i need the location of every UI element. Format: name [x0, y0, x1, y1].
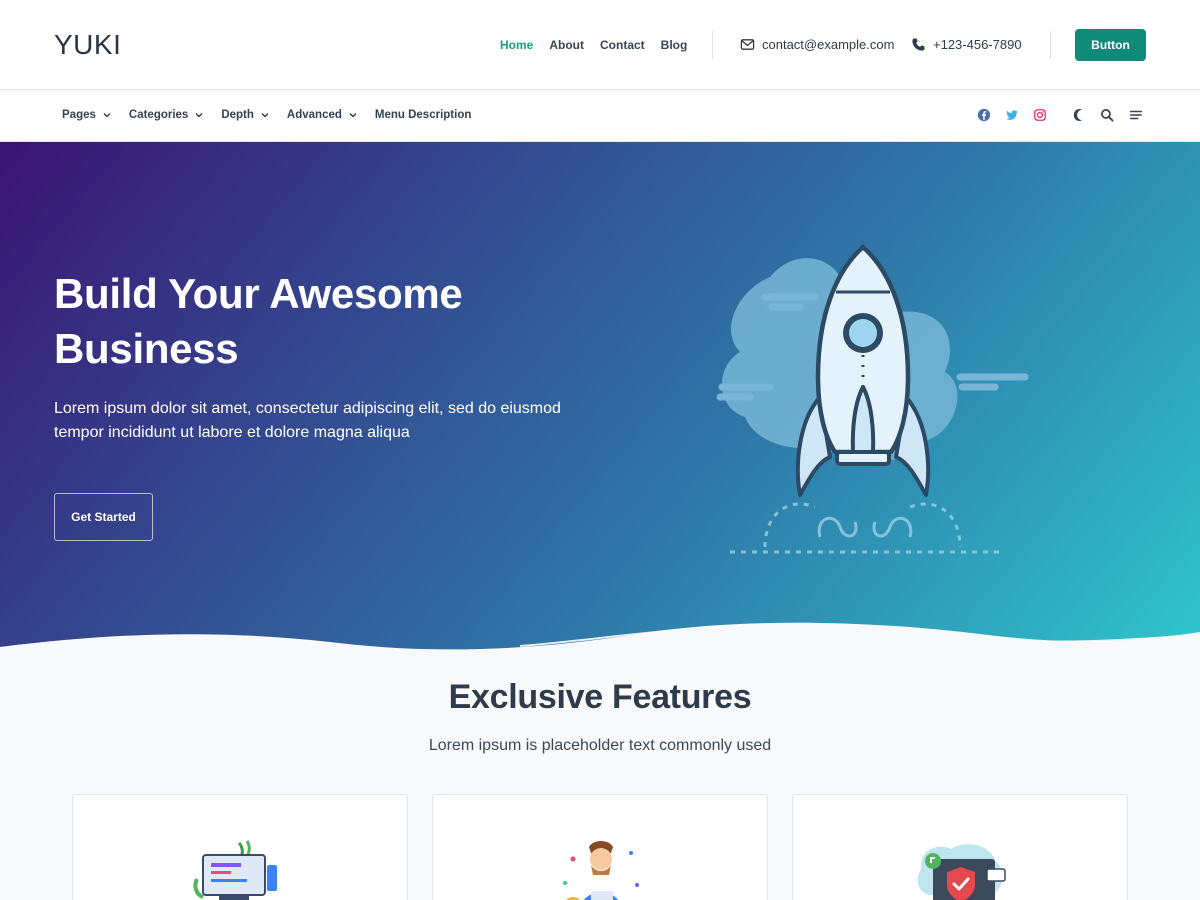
- header-divider-2: [1050, 31, 1051, 59]
- header-phone[interactable]: +123-456-7890: [911, 37, 1022, 52]
- subnav-item-depth[interactable]: Depth: [221, 109, 270, 121]
- primary-nav: Home About Contact Blog: [500, 38, 687, 52]
- person-illustration-icon: [563, 841, 639, 900]
- header-divider: [712, 31, 713, 59]
- subnav-item-label: Categories: [128, 109, 189, 121]
- hero-title: Build Your Awesome Business: [54, 270, 463, 372]
- feature-card[interactable]: [432, 794, 768, 900]
- menu-button[interactable]: [1129, 108, 1143, 122]
- site-logo[interactable]: YUKI: [54, 29, 121, 61]
- instagram-icon: [1034, 109, 1046, 121]
- subnav-item-pages[interactable]: Pages: [62, 109, 112, 121]
- chevron-down-icon: [261, 112, 269, 118]
- subnav-item-menu-description[interactable]: Menu Description: [375, 109, 471, 121]
- hero-section: Build Your Awesome Business Lorem ipsum …: [0, 142, 1200, 662]
- rocket-illustration: [716, 244, 1029, 554]
- chevron-down-icon: [103, 112, 111, 118]
- twitter-icon: [1006, 110, 1018, 120]
- envelope-icon: [740, 39, 755, 50]
- header-email[interactable]: contact@example.com: [740, 37, 894, 52]
- dark-mode-toggle[interactable]: [1071, 108, 1085, 122]
- secondary-nav: Pages Categories Depth Advanced Menu Des…: [62, 109, 471, 121]
- subnav-item-label: Menu Description: [374, 109, 472, 121]
- subnav-item-label: Pages: [62, 109, 96, 121]
- hero-wave-divider: [0, 622, 1200, 662]
- phone-icon: [912, 38, 925, 51]
- menu-icon: [1129, 110, 1143, 120]
- nav-contact[interactable]: Contact: [600, 38, 645, 52]
- subnav-item-categories[interactable]: Categories: [129, 109, 204, 121]
- feature-card[interactable]: [72, 794, 408, 900]
- facebook-link[interactable]: [977, 108, 991, 122]
- nav-home[interactable]: Home: [500, 38, 533, 52]
- header-cta-button[interactable]: Button: [1075, 29, 1146, 61]
- email-text: contact@example.com: [762, 37, 895, 52]
- chevron-down-icon: [195, 112, 203, 118]
- moon-icon: [1073, 109, 1082, 121]
- feature-card[interactable]: [792, 794, 1128, 900]
- subnav-item-label: Advanced: [286, 109, 342, 121]
- twitter-link[interactable]: [1005, 108, 1019, 122]
- facebook-icon: [977, 108, 991, 122]
- instagram-link[interactable]: [1033, 108, 1047, 122]
- chevron-down-icon: [349, 112, 357, 118]
- subnav-item-label: Depth: [221, 109, 254, 121]
- secondary-nav-bar: Pages Categories Depth Advanced Menu Des…: [0, 91, 1200, 142]
- search-button[interactable]: [1100, 108, 1114, 122]
- coding-illustration-icon: [193, 840, 277, 900]
- top-header: YUKI Home About Contact Blog contact@exa…: [0, 0, 1200, 90]
- nav-blog[interactable]: Blog: [661, 38, 688, 52]
- subnav-item-advanced[interactable]: Advanced: [287, 109, 358, 121]
- hero-description: Lorem ipsum dolor sit amet, consectetur …: [54, 400, 561, 441]
- nav-about[interactable]: About: [549, 38, 584, 52]
- phone-text: +123-456-7890: [933, 37, 1022, 52]
- search-icon: [1101, 109, 1114, 122]
- features-title: Exclusive Features: [448, 678, 752, 716]
- features-subtitle: Lorem ipsum is placeholder text commonly…: [428, 737, 772, 754]
- security-illustration-icon: [917, 844, 1006, 900]
- get-started-button[interactable]: Get Started: [54, 493, 153, 541]
